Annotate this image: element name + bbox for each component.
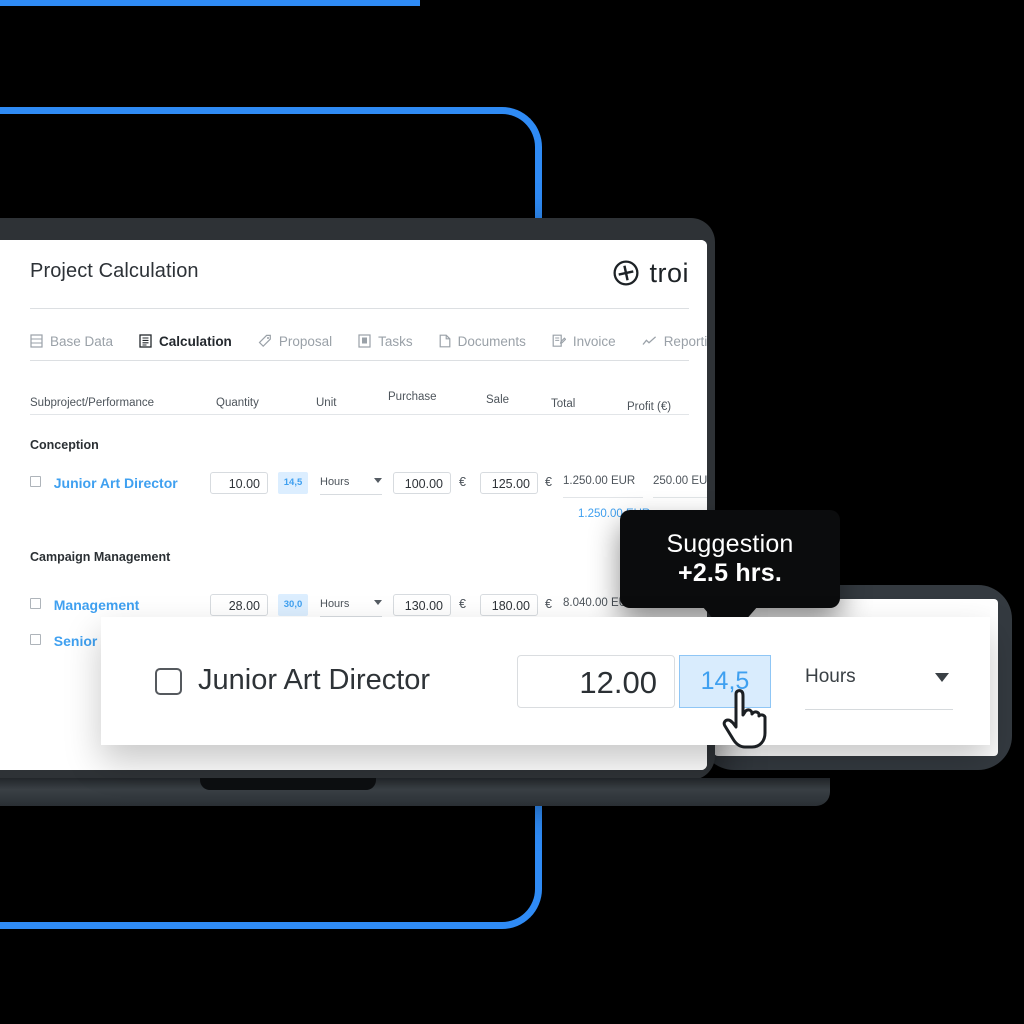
laptop-trackpad-notch	[200, 778, 376, 790]
tab-label: Tasks	[378, 333, 413, 349]
row-total: 1.250.00 EUR	[563, 475, 636, 487]
unit-select[interactable]: Hours	[320, 594, 382, 617]
col-quantity: Quantity	[216, 397, 259, 409]
quantity-suggestion-badge[interactable]: 30,0	[278, 594, 308, 616]
quantity-suggestion-badge[interactable]: 14,5	[278, 472, 308, 494]
row-name[interactable]: Management	[54, 597, 140, 613]
brand-wordmark: troi	[649, 257, 689, 288]
unit-select[interactable]: Hours	[320, 472, 382, 495]
tooltip-line-1: Suggestion	[666, 530, 794, 559]
tab-tasks[interactable]: Tasks	[358, 334, 413, 349]
purchase-input[interactable]: 100.00	[393, 472, 451, 494]
col-sale: Sale	[486, 394, 510, 406]
overlay-unit-value: Hours	[805, 666, 856, 687]
chevron-down-icon	[374, 600, 382, 605]
overlay-unit-select[interactable]: Hours	[805, 657, 953, 710]
tab-documents[interactable]: Documents	[439, 334, 526, 349]
troi-circle-plus-logo-icon	[612, 259, 640, 287]
unit-select-value: Hours	[320, 476, 350, 488]
app-header: Project Calculation troi	[0, 240, 707, 308]
col-purchase: Purchase	[388, 391, 437, 403]
purchase-currency: €	[459, 475, 466, 489]
tab-label: Invoice	[572, 333, 616, 349]
col-total: Total	[551, 398, 576, 410]
grid-icon	[30, 334, 43, 348]
tab-bar[interactable]: Base Data Calculation Proposal Tasks Doc…	[30, 322, 707, 360]
sale-input[interactable]: 125.00	[480, 472, 538, 494]
purchase-input[interactable]: 130.00	[393, 594, 451, 616]
calculation-table: Subproject/Performance Quantity Unit Pur…	[30, 380, 707, 649]
overlay-row-name[interactable]: Junior Art Director	[198, 664, 430, 697]
table-row[interactable]: Junior Art Director	[30, 475, 178, 491]
col-profit: Profit (€)	[627, 401, 672, 413]
row-checkbox[interactable]	[30, 598, 41, 609]
tab-base-data[interactable]: Base Data	[30, 334, 113, 349]
chevron-down-icon	[935, 673, 949, 682]
sale-currency: €	[545, 475, 552, 489]
overlay-quantity-input[interactable]: 12.00	[517, 655, 675, 708]
row-profit: 250.00 EUR	[653, 475, 707, 487]
total-underline	[563, 497, 643, 498]
chart-line-icon	[642, 336, 656, 345]
table-header-row: Subproject/Performance Quantity Unit Pur…	[30, 380, 689, 415]
tab-label: Base Data	[50, 333, 114, 349]
sale-currency: €	[545, 597, 552, 611]
scene: Project Calculation troi Base Data Calcu…	[0, 0, 1024, 1024]
suggestion-tooltip: Suggestion +2.5 hrs.	[620, 510, 840, 638]
col-subproject: Subproject/Performance	[30, 397, 155, 409]
laptop-base	[0, 778, 830, 806]
tasks-board-icon	[358, 334, 371, 348]
decorative-blue-line-right	[0, 0, 420, 6]
pointing-hand-cursor-icon	[718, 688, 774, 750]
zoomed-row-overlay: Junior Art Director 12.00 14,5 Hours	[101, 617, 990, 745]
quantity-input[interactable]: 28.00	[210, 594, 268, 616]
unit-select-value: Hours	[320, 598, 350, 610]
group-label-campaign-management: Campaign Management	[30, 550, 171, 564]
tab-label: Calculation	[159, 333, 232, 349]
sale-input[interactable]: 180.00	[480, 594, 538, 616]
group-label-conception: Conception	[30, 438, 99, 452]
table-header-divider	[30, 414, 689, 415]
brand-logo: troi	[612, 259, 689, 287]
tab-proposal[interactable]: Proposal	[258, 334, 332, 349]
tab-calculation[interactable]: Calculation	[139, 334, 232, 349]
chevron-down-icon	[374, 478, 382, 483]
row-checkbox[interactable]	[30, 634, 41, 645]
tag-icon	[258, 334, 271, 348]
page-title: Project Calculation	[30, 260, 199, 282]
tab-bar-divider	[30, 360, 689, 361]
profit-underline	[653, 497, 707, 498]
header-divider	[30, 308, 689, 309]
tab-label: Documents	[457, 333, 526, 349]
quantity-input[interactable]: 10.00	[210, 472, 268, 494]
tab-label: Proposal	[278, 333, 333, 349]
tab-invoice[interactable]: Invoice	[552, 334, 616, 349]
table-row[interactable]: Management	[30, 597, 139, 613]
tab-label: Reporting	[663, 333, 707, 349]
tab-reporting[interactable]: Reporting	[642, 334, 707, 349]
document-icon	[439, 334, 451, 348]
overlay-row-checkbox[interactable]	[155, 668, 182, 695]
tooltip-line-2: +2.5 hrs.	[678, 559, 782, 587]
row-checkbox[interactable]	[30, 476, 41, 487]
purchase-currency: €	[459, 597, 466, 611]
row-name[interactable]: Junior Art Director	[54, 475, 178, 491]
col-unit: Unit	[316, 397, 337, 409]
invoice-pen-icon	[552, 334, 566, 347]
list-document-icon	[139, 334, 152, 348]
